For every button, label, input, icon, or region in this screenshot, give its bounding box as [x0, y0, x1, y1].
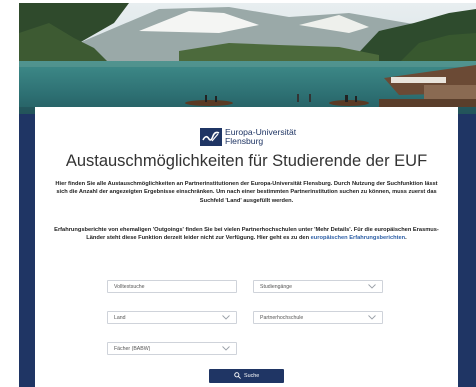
logo-line-2: Flensburg [225, 136, 264, 146]
programs-placeholder: Studiengänge [260, 284, 293, 290]
programs-select[interactable]: Studiengänge [253, 280, 383, 293]
fulltext-placeholder: Volltextsuche [114, 284, 145, 290]
country-select[interactable]: Land [107, 311, 237, 324]
subjects-select[interactable]: Fächer (BABW) [107, 342, 237, 355]
partner-university-select[interactable]: Partnerhochschule [253, 311, 383, 324]
chevron-down-icon [368, 284, 376, 289]
page-title: Austauschmöglichkeiten für Studierende d… [65, 152, 428, 170]
search-button-label: Suche [244, 373, 260, 379]
logo-text: Europa-Universität Flensburg [225, 128, 296, 146]
search-icon [234, 372, 241, 379]
content-card [35, 107, 458, 387]
chevron-down-icon [368, 315, 376, 320]
reports-link[interactable]: europäischen Erfahrungsberichten [311, 235, 406, 241]
fulltext-search-input[interactable]: Volltextsuche [107, 280, 237, 293]
university-logo[interactable]: Europa-Universität Flensburg [200, 128, 310, 146]
partner-placeholder: Partnerhochschule [260, 315, 304, 321]
intro-text: Hier finden Sie alle Austauschmöglichkei… [55, 181, 438, 204]
search-button[interactable]: Suche [209, 369, 284, 383]
chevron-down-icon [222, 315, 230, 320]
page-frame: Europa-Universität Flensburg Austauschmö… [0, 0, 476, 387]
reports-text: Erfahrungsberichte von ehemaligen 'Outgo… [50, 226, 443, 243]
subjects-placeholder: Fächer (BABW) [114, 346, 151, 352]
reports-end: . [405, 235, 407, 242]
euf-logo-icon [200, 128, 222, 146]
chevron-down-icon [222, 346, 230, 351]
country-placeholder: Land [114, 315, 126, 321]
